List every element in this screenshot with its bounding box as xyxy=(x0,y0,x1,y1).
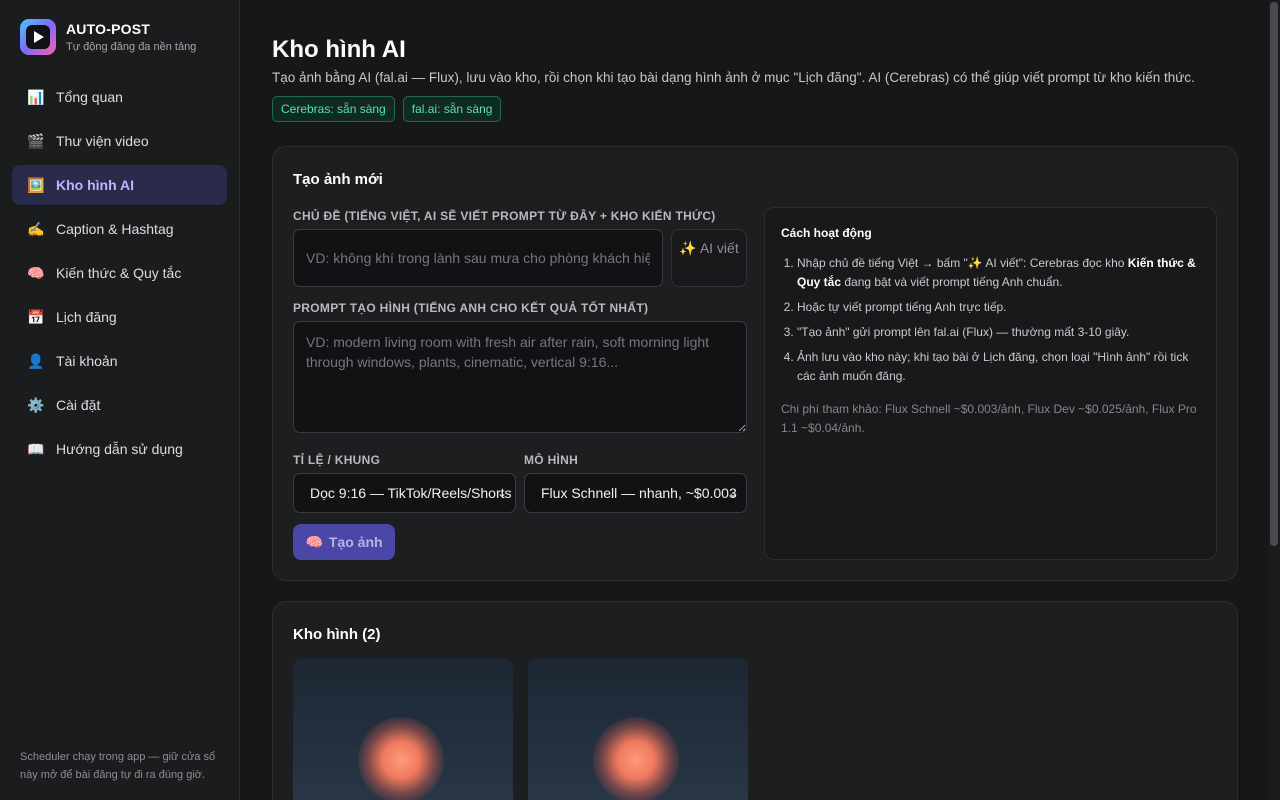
ratio-label: Tỉ lệ / khung xyxy=(293,453,381,467)
scrollbar-thumb[interactable] xyxy=(1270,2,1278,546)
sidebar-item-tong-quan[interactable]: 📊 Tổng quan xyxy=(12,77,227,117)
bar-chart-icon: 📊 xyxy=(27,88,45,105)
main-content: Kho hình AI Tạo ảnh bằng AI (fal.ai — Fl… xyxy=(240,0,1268,800)
sidebar-item-label: Caption & Hashtag xyxy=(56,221,174,237)
book-icon: 📖 xyxy=(27,440,45,457)
app-tagline: Tự động đăng đa nền tảng xyxy=(66,41,197,53)
user-icon: 👤 xyxy=(27,352,45,369)
sidebar: AUTO-POST Tự động đăng đa nền tảng 📊 Tổn… xyxy=(0,0,240,800)
app-name: AUTO-POST xyxy=(66,21,150,37)
page-description: Tạo ảnh bằng AI (fal.ai — Flux), lưu vào… xyxy=(272,70,1195,85)
brain-icon: 🧠 xyxy=(305,533,323,550)
sidebar-item-label: Kiến thức & Quy tắc xyxy=(56,265,182,281)
sidebar-item-label: Tài khoản xyxy=(56,353,118,369)
topic-input[interactable] xyxy=(293,229,663,287)
how-it-works-steps: Nhập chủ đề tiếng Việt → bấm "✨ AI viết"… xyxy=(781,254,1200,386)
sidebar-item-thu-vien-video[interactable]: 🎬 Thư viện video xyxy=(12,121,227,161)
how-it-works-title: Cách hoạt động xyxy=(781,226,872,240)
app-logo xyxy=(20,19,56,55)
sidebar-item-caption-hashtag[interactable]: ✍️ Caption & Hashtag xyxy=(12,209,227,249)
brand: AUTO-POST Tự động đăng đa nền tảng xyxy=(20,19,196,55)
picture-icon: 🖼️ xyxy=(27,176,45,193)
status-badges: Cerebras: sẵn sàng fal.ai: sẵn sàng xyxy=(272,96,502,122)
status-badge-falai: fal.ai: sẵn sàng xyxy=(402,96,502,122)
how-it-works-step: Hoặc tự viết prompt tiếng Anh trực tiếp. xyxy=(797,298,1200,317)
create-card-title: Tạo ảnh mới xyxy=(293,171,383,188)
model-select[interactable]: Flux Schnell — nhanh, ~$0.003 ⌄ xyxy=(524,473,747,513)
image-preview-glow xyxy=(593,717,679,800)
sidebar-nav: 📊 Tổng quan 🎬 Thư viện video 🖼️ Kho hình… xyxy=(12,77,227,473)
create-image-card: Tạo ảnh mới Chủ đề (tiếng Việt, AI sẽ vi… xyxy=(272,146,1238,581)
page-title: Kho hình AI xyxy=(272,36,406,63)
model-select-value: Flux Schnell — nhanh, ~$0.003 xyxy=(541,485,737,501)
chevron-down-icon: ⌄ xyxy=(496,486,507,500)
scrollbar-track[interactable] xyxy=(1268,0,1280,800)
create-image-button[interactable]: 🧠 Tạo ảnh xyxy=(293,524,395,560)
sidebar-item-tai-khoan[interactable]: 👤 Tài khoản xyxy=(12,341,227,381)
how-it-works-step: Nhập chủ đề tiếng Việt → bấm "✨ AI viết"… xyxy=(797,254,1200,292)
sidebar-item-lich-dang[interactable]: 📅 Lịch đăng xyxy=(12,297,227,337)
ai-write-button[interactable]: ✨ AI viết xyxy=(671,229,747,287)
gear-icon: ⚙️ xyxy=(27,396,45,413)
sidebar-item-kien-thuc[interactable]: 🧠 Kiến thức & Quy tắc xyxy=(12,253,227,293)
sidebar-item-label: Thư viện video xyxy=(56,133,149,149)
how-it-works-step: "Tạo ảnh" gửi prompt lên fal.ai (Flux) —… xyxy=(797,323,1200,342)
chevron-down-icon: ⌄ xyxy=(727,486,738,500)
sidebar-item-label: Cài đặt xyxy=(56,397,101,413)
sidebar-item-huong-dan[interactable]: 📖 Hướng dẫn sử dụng xyxy=(12,429,227,469)
gallery-image[interactable] xyxy=(528,658,748,800)
ratio-select-value: Dọc 9:16 — TikTok/Reels/Shorts xyxy=(310,485,512,501)
model-label: Mô hình xyxy=(524,453,579,467)
how-it-works-panel: Cách hoạt động Nhập chủ đề tiếng Việt → … xyxy=(764,207,1217,560)
gallery-image[interactable] xyxy=(293,658,513,800)
sidebar-item-cai-dat[interactable]: ⚙️ Cài đặt xyxy=(12,385,227,425)
status-badge-cerebras: Cerebras: sẵn sàng xyxy=(272,96,395,122)
sidebar-item-label: Kho hình AI xyxy=(56,177,135,193)
sidebar-item-label: Lịch đăng xyxy=(56,309,117,325)
scheduler-note: Scheduler chạy trong app — giữ cửa sổ nà… xyxy=(20,751,216,781)
prompt-label: Prompt tạo hình (tiếng Anh cho kết quả t… xyxy=(293,301,649,315)
brain-icon: 🧠 xyxy=(27,264,45,281)
create-image-label: Tạo ảnh xyxy=(328,534,383,550)
cost-note: Chi phí tham khảo: Flux Schnell ~$0.003/… xyxy=(781,402,1197,435)
clapperboard-icon: 🎬 xyxy=(27,132,45,149)
sidebar-item-label: Hướng dẫn sử dụng xyxy=(56,441,183,457)
sidebar-item-label: Tổng quan xyxy=(56,89,123,105)
gallery-card: Kho hình (2) xyxy=(272,601,1238,800)
sidebar-item-kho-hinh-ai[interactable]: 🖼️ Kho hình AI xyxy=(12,165,227,205)
ratio-select[interactable]: Dọc 9:16 — TikTok/Reels/Shorts ⌄ xyxy=(293,473,516,513)
prompt-textarea[interactable] xyxy=(293,321,747,433)
image-preview-glow xyxy=(358,717,444,800)
calendar-icon: 📅 xyxy=(27,308,45,325)
how-it-works-step: Ảnh lưu vào kho này; khi tạo bài ở Lịch … xyxy=(797,348,1200,386)
topic-label: Chủ đề (tiếng Việt, AI sẽ viết prompt từ… xyxy=(293,209,716,223)
gallery-title: Kho hình (2) xyxy=(293,626,381,643)
writing-hand-icon: ✍️ xyxy=(27,220,45,237)
